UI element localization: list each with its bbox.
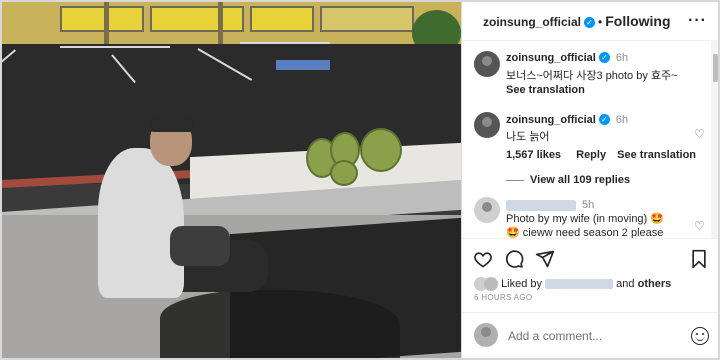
more-horizontal-icon[interactable]: ··· [688, 12, 707, 30]
caption-time: 6h [615, 52, 629, 64]
comment-likes[interactable]: 1,567 likes [506, 149, 561, 161]
comment-header: zoinsung_official ✓ 6h [506, 114, 628, 126]
comment-text: 나도 늙어 [506, 131, 550, 143]
liker-avatar[interactable] [484, 277, 498, 291]
scrollbar[interactable] [711, 40, 720, 238]
comment-header: 5h [506, 199, 594, 211]
caption-username[interactable]: zoinsung_official [506, 52, 596, 64]
verified-icon: ✓ [598, 52, 610, 63]
post-header: zoinsung_official ✓ • Following ··· [462, 0, 720, 41]
caption-avatar[interactable] [474, 51, 500, 77]
bookmark-icon[interactable] [689, 249, 709, 269]
share-icon[interactable] [535, 249, 555, 269]
heart-icon[interactable]: ♡ [694, 128, 706, 140]
parking-stripe [240, 42, 330, 44]
post-side-panel: zoinsung_official ✓ • Following ··· zoinsun… [461, 0, 720, 360]
succulent-plant [360, 128, 402, 172]
comment-time: 5h [582, 199, 595, 211]
comment-username[interactable]: zoinsung_official [506, 114, 596, 126]
person-pants [170, 226, 230, 266]
blurred-liker-name[interactable] [545, 279, 614, 289]
view-replies-label[interactable]: View all 109 replies [530, 174, 630, 186]
person-hoodie [98, 148, 184, 298]
comment-meta: 1,567 likes Reply See translation [506, 149, 696, 161]
separator-dot: • [598, 15, 603, 29]
view-replies[interactable]: View all 109 replies [506, 174, 630, 186]
liked-by-prefix: Liked by [501, 277, 543, 290]
post-pole [218, 0, 223, 44]
comment-avatar[interactable] [474, 197, 500, 223]
add-comment-input[interactable]: Add a comment... [508, 329, 602, 343]
post-photo[interactable] [0, 0, 461, 360]
liked-by: Liked by and others [474, 277, 671, 291]
following-button[interactable]: Following [605, 13, 670, 29]
liked-by-others[interactable]: others [638, 278, 672, 290]
building-window [60, 6, 144, 32]
header-username[interactable]: zoinsung_official [483, 15, 581, 29]
reply-button[interactable]: Reply [576, 149, 606, 161]
comment-see-translation[interactable]: See translation [617, 149, 696, 161]
building-window [250, 6, 314, 32]
caption-header: zoinsung_official ✓ 6h [506, 52, 628, 64]
current-user-avatar [474, 323, 498, 347]
person-cap [150, 112, 194, 132]
verified-icon: ✓ [598, 114, 610, 125]
post-actions: Liked by and others 6 HOURS AGO [462, 238, 720, 319]
shadow [160, 290, 400, 360]
building-window [320, 6, 414, 32]
comment-time: 6h [615, 114, 629, 126]
succulent-plant [330, 160, 358, 186]
post-age: 6 HOURS AGO [474, 293, 533, 302]
heart-icon[interactable]: ♡ [694, 220, 706, 232]
like-heart-icon[interactable] [473, 249, 493, 269]
comment-avatar[interactable] [474, 112, 500, 138]
comment-text-line: Photo by my wife (in moving) 🤩 [506, 213, 664, 225]
replies-line [506, 179, 524, 181]
comment-icon[interactable] [504, 249, 524, 269]
building-window [150, 6, 244, 32]
caption-text: 보너스~어쩌다 사장3 photo by 효주~ [506, 70, 678, 82]
verified-icon: ✓ [584, 17, 596, 28]
parking-stripe [60, 46, 170, 48]
handicap-marking [276, 60, 330, 70]
emoji-icon[interactable] [691, 327, 709, 345]
scrollbar-thumb[interactable] [713, 54, 718, 82]
caption-see-translation[interactable]: See translation [506, 84, 585, 96]
blurred-username [506, 199, 576, 211]
post-pole [104, 0, 109, 48]
liked-by-and: and [616, 277, 635, 290]
add-comment-bar: Add a comment... [462, 312, 720, 361]
